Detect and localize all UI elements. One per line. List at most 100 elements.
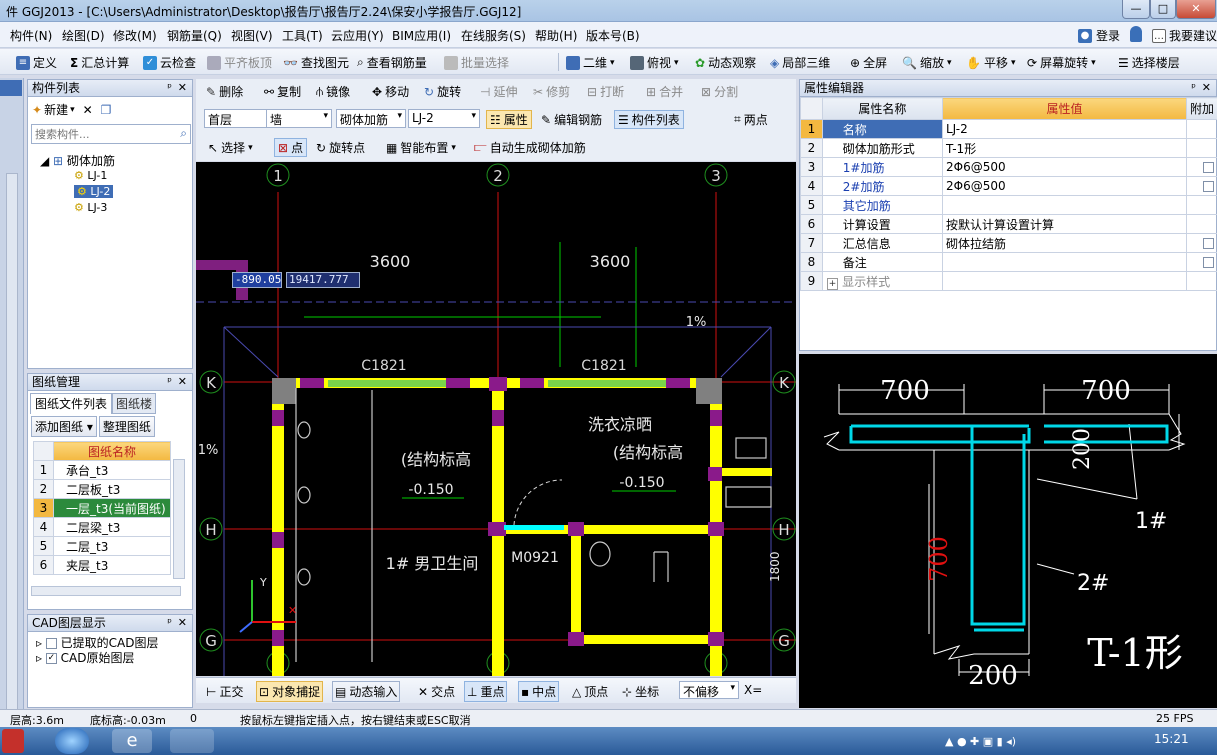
menu-version[interactable]: 版本号(B)	[586, 27, 640, 44]
tab-drawing-files[interactable]: 图纸文件列表	[30, 393, 113, 414]
edit-rebar-button[interactable]: ✎ 编辑钢筋	[541, 111, 602, 128]
tree-item-lj1[interactable]: ⚙ LJ-1	[74, 169, 107, 182]
property-row[interactable]: 6 计算设置 按默认计算设置计算	[800, 214, 1217, 234]
select-floor-button[interactable]: ☰ 选择楼层	[1118, 54, 1180, 71]
tree-item-lj2[interactable]: ⚙ LJ-2	[74, 185, 114, 198]
layer-original[interactable]: ▹ ✓ CAD原始图层	[36, 649, 135, 666]
property-row[interactable]: 2 砌体加筋形式 T-1形	[800, 138, 1217, 158]
object-snap-toggle[interactable]: ⊡ 对象捕捉	[256, 681, 324, 702]
break-button[interactable]: ⊟ 打断	[587, 83, 624, 100]
menu-tools[interactable]: 工具(T)	[282, 27, 323, 44]
dynamic-input-toggle[interactable]: ▤ 动态输入	[332, 681, 401, 702]
menu-cloud[interactable]: 云应用(Y)	[331, 27, 384, 44]
extend-button[interactable]: ⊣ 延伸	[480, 83, 517, 100]
property-row[interactable]: 4 2#加筋 2Φ6@500	[800, 176, 1217, 196]
flush-slab-button[interactable]: 平齐板顶	[207, 54, 272, 71]
extra-checkbox[interactable]	[1203, 162, 1214, 173]
fullscreen-button[interactable]: ⊕ 全屏	[850, 54, 887, 71]
menu-online[interactable]: 在线服务(S)	[461, 27, 526, 44]
property-row[interactable]: 1 名称 LJ-2	[800, 119, 1217, 139]
property-row[interactable]: 8 备注	[800, 252, 1217, 272]
type-select[interactable]: 墙 ▾	[266, 109, 332, 128]
maximize-button[interactable]: □	[1150, 0, 1176, 19]
delete-icon[interactable]: ✕	[83, 103, 93, 117]
table-row[interactable]: 4 二层梁_t3	[33, 517, 171, 537]
start-button[interactable]	[55, 728, 89, 754]
menu-modify[interactable]: 修改(M)	[113, 27, 157, 44]
menu-help[interactable]: 帮助(H)	[535, 27, 577, 44]
cad-canvas[interactable]: 1 2 3 1 2 3 K H G K H G 3600 3600	[196, 162, 796, 676]
auto-generate-button[interactable]: ⫍ 自动生成砌体加筋	[474, 139, 586, 156]
dock-scrollbar[interactable]	[6, 173, 18, 733]
tray-icons[interactable]: ▲ ● ✚ ▣ ▮ ◂)	[945, 735, 1016, 748]
table-row[interactable]: 5 二层_t3	[33, 536, 171, 556]
drawing-scrollbar[interactable]	[173, 459, 185, 579]
midpoint-snap[interactable]: ▪ 中点	[518, 681, 560, 702]
offset-select[interactable]: 不偏移 ▾	[679, 681, 739, 699]
dynamic-view-button[interactable]: ✿ 动态观察	[695, 54, 756, 71]
zoom-dropdown[interactable]: 🔍 缩放 ▾	[902, 54, 952, 71]
summary-calc-button[interactable]: Σ 汇总计算	[70, 54, 129, 71]
app-icon[interactable]	[2, 729, 24, 753]
extra-checkbox[interactable]	[1203, 181, 1214, 192]
property-row[interactable]: 7 汇总信息 砌体拉结筋	[800, 233, 1217, 253]
ie-icon[interactable]: e	[112, 729, 152, 753]
copy-button[interactable]: ⚯ 复制	[264, 83, 301, 100]
vertex-snap[interactable]: △ 顶点	[572, 683, 608, 700]
screen-rotate-dropdown[interactable]: ⟳ 屏幕旋转 ▾	[1027, 54, 1096, 71]
property-row[interactable]: 9 + 显示样式	[800, 271, 1217, 291]
layer-checkbox[interactable]: ✓	[45, 653, 57, 664]
find-element-button[interactable]: 👓 查找图元	[283, 54, 349, 71]
ortho-toggle[interactable]: ⊢ 正交	[206, 683, 243, 700]
add-drawing-button[interactable]: 添加图纸 ▾	[31, 416, 97, 437]
cloud-check-button[interactable]: ✓ 云检查	[143, 54, 196, 71]
rotate-point-button[interactable]: ↻ 旋转点	[316, 139, 365, 156]
perpendicular-snap[interactable]: ⊥ 重点	[464, 681, 508, 702]
bell-icon[interactable]	[1130, 26, 1142, 42]
menu-rebar[interactable]: 钢筋量(Q)	[167, 27, 222, 44]
menu-draw[interactable]: 绘图(D)	[62, 27, 105, 44]
tree-root[interactable]: ◢ ⊞ 砌体加筋	[40, 152, 115, 169]
menu-component[interactable]: 构件(N)	[10, 27, 52, 44]
view-2d-dropdown[interactable]: 二维 ▾	[566, 54, 615, 71]
trim-button[interactable]: ✂ 修剪	[533, 83, 570, 100]
property-row[interactable]: 5 其它加筋	[800, 195, 1217, 215]
delete-button[interactable]: ✎ 删除	[206, 83, 243, 100]
coord-x-input[interactable]: -890.05	[232, 272, 282, 288]
subtype-select[interactable]: 砌体加筋 ▾	[336, 109, 406, 128]
component-select[interactable]: LJ-2 ▾	[408, 109, 480, 128]
login-link[interactable]: ● 登录	[1078, 27, 1120, 44]
pan-dropdown[interactable]: ✋ 平移 ▾	[966, 54, 1016, 71]
split-button[interactable]: ⊠ 分割	[701, 83, 738, 100]
menu-bim[interactable]: BIM应用(I)	[392, 27, 451, 44]
table-row[interactable]: 2 二层板_t3	[33, 479, 171, 499]
tab-drawing-floors[interactable]: 图纸楼	[112, 393, 157, 414]
intersection-snap[interactable]: ✕ 交点	[418, 683, 455, 700]
dock-tab[interactable]	[0, 80, 22, 96]
search-input[interactable]	[32, 125, 168, 143]
rotate-button[interactable]: ↻ 旋转	[424, 83, 461, 100]
expand-icon[interactable]: +	[826, 277, 839, 290]
extra-checkbox[interactable]	[1203, 257, 1214, 268]
organize-drawing-button[interactable]: 整理图纸	[98, 416, 155, 437]
component-list-toggle[interactable]: ☰ 构件列表	[614, 110, 684, 129]
top-view-dropdown[interactable]: 俯视 ▾	[630, 54, 679, 71]
minimize-button[interactable]: —	[1122, 0, 1150, 19]
view-rebar-button[interactable]: ⌕ 查看钢筋量	[357, 54, 427, 71]
mirror-button[interactable]: ⫛ 镜像	[316, 83, 350, 100]
layer-checkbox[interactable]	[45, 638, 57, 649]
extra-checkbox[interactable]	[1203, 238, 1214, 249]
search-icon[interactable]: ⌕	[180, 126, 187, 141]
batch-select-button[interactable]: 批量选择	[444, 54, 509, 71]
component-search[interactable]: ⌕	[31, 124, 191, 144]
two-point-button[interactable]: ⌗ 两点	[734, 111, 768, 128]
copy-icon[interactable]: ❐	[101, 103, 112, 117]
select-dropdown[interactable]: ↖ 选择 ▾	[208, 139, 253, 156]
table-row[interactable]: 1 承台_t3	[33, 460, 171, 480]
property-row[interactable]: 3 1#加筋 2Φ6@500	[800, 157, 1217, 177]
drawing-hscrollbar[interactable]	[31, 586, 181, 596]
property-toggle[interactable]: ☷ 属性	[486, 110, 532, 129]
define-button[interactable]: ≡ 定义	[16, 54, 57, 71]
close-button[interactable]: ✕	[1176, 0, 1216, 19]
merge-button[interactable]: ⊞ 合并	[646, 83, 683, 100]
